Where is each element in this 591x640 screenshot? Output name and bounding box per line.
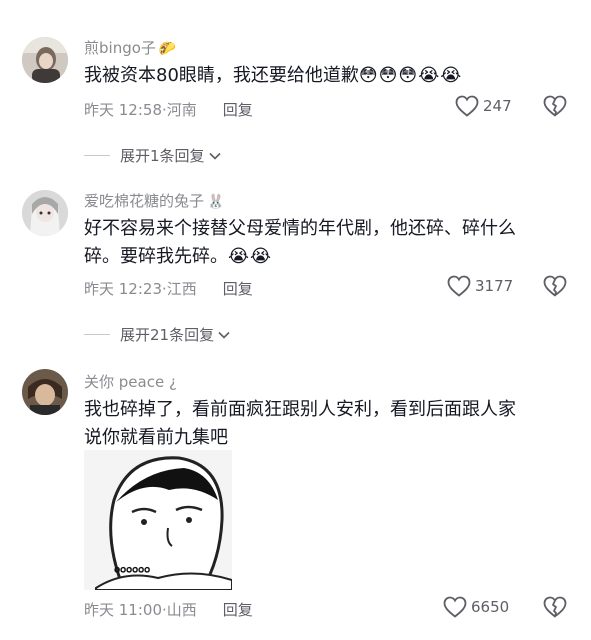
expand-replies-button[interactable]: 展开21条回复	[84, 324, 230, 345]
timestamp: 昨天 12:23	[84, 280, 162, 298]
location: 山西	[166, 601, 197, 619]
comment-meta: 昨天 12:58·河南 回复	[84, 101, 253, 119]
broken-heart-icon	[543, 95, 567, 117]
dislike-button[interactable]	[543, 275, 567, 297]
reply-button[interactable]: 回复	[223, 280, 253, 298]
username[interactable]: 煎bingo子 🌮	[84, 37, 176, 58]
like-button[interactable]: 6650	[443, 596, 509, 618]
comment-text: 我被资本80眼睛，我还要给他道歉😳😳😳😭😭	[84, 65, 463, 86]
comment-text: 好不容易来个接替父母爱情的年代剧，他还碎、碎什么 碎。要碎我先碎。😭😭	[84, 218, 516, 267]
username[interactable]: 爱吃棉花糖的兔子 🐰	[84, 190, 224, 211]
reply-button[interactable]: 回复	[223, 601, 253, 619]
reply-button[interactable]: 回复	[223, 101, 253, 119]
dislike-button[interactable]	[543, 596, 567, 618]
emoji-group: 😳😳😳😭😭	[358, 65, 463, 86]
expand-replies-button[interactable]: 展开1条回复	[84, 145, 221, 166]
heart-icon	[447, 275, 471, 297]
taco-icon: 🌮	[158, 41, 177, 57]
like-button[interactable]: 247	[455, 95, 512, 117]
username[interactable]: 关你 peace ¿	[84, 371, 177, 392]
location: 江西	[166, 280, 197, 298]
broken-heart-icon	[543, 275, 567, 297]
like-count: 3177	[475, 277, 514, 295]
heart-icon	[455, 95, 479, 117]
dislike-button[interactable]	[543, 95, 567, 117]
timestamp: 昨天 12:58	[84, 101, 162, 119]
broken-heart-icon	[543, 596, 567, 618]
sticker-image[interactable]: 。。。。。。	[84, 450, 232, 590]
chevron-down-icon	[218, 331, 230, 339]
comment-meta: 昨天 12:23·江西 回复	[84, 280, 253, 298]
like-button[interactable]: 3177	[447, 275, 513, 297]
rabbit-icon: 🐰	[207, 194, 225, 210]
comment-meta: 昨天 11:00·山西 回复	[84, 601, 253, 619]
avatar[interactable]	[22, 369, 68, 415]
divider	[84, 334, 110, 335]
chevron-down-icon	[208, 152, 221, 160]
emoji-group: 😭😭	[228, 246, 273, 267]
heart-icon	[443, 596, 467, 618]
divider	[84, 155, 110, 156]
avatar[interactable]	[22, 37, 68, 83]
like-count: 6650	[471, 598, 510, 616]
avatar[interactable]	[22, 190, 68, 236]
comment-text: 我也碎掉了，看前面疯狂跟别人安利，看到后面跟人家 说你就看前九集吧	[84, 399, 516, 448]
location: 河南	[166, 101, 197, 119]
timestamp: 昨天 11:00	[84, 601, 162, 619]
like-count: 247	[483, 97, 512, 115]
sticker-caption: 。。。。。。	[114, 556, 160, 575]
